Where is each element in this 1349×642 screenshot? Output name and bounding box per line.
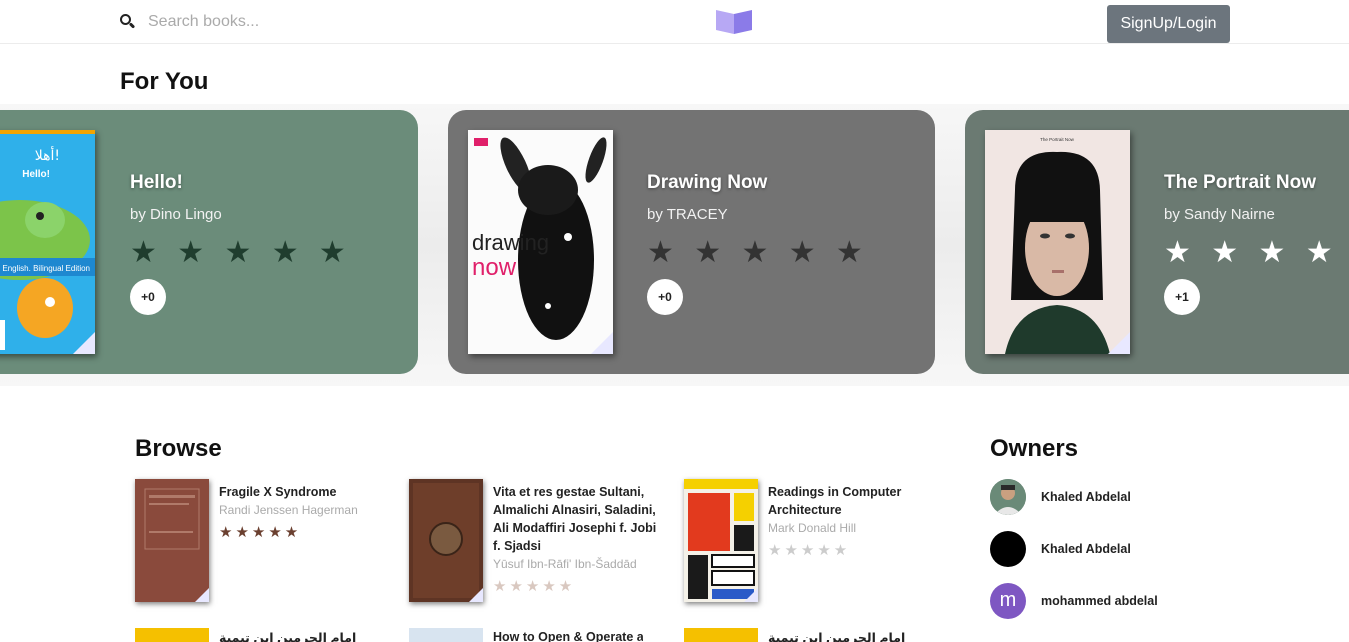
like-count-button[interactable]: +0: [130, 279, 166, 315]
browse-book-item[interactable]: Vita et res gestae Sultani, Almalichi Al…: [409, 479, 669, 609]
book-card-info: Drawing Now by TRACEY ★ ★ ★ ★ ★ +0: [647, 172, 869, 315]
svg-text:The Portrait Now: The Portrait Now: [1040, 137, 1075, 142]
avatar[interactable]: [990, 531, 1026, 567]
owners-heading: Owners: [990, 435, 1078, 463]
search-icon[interactable]: [120, 14, 136, 30]
book-cover-portrait-now[interactable]: The Portrait Now: [985, 130, 1130, 354]
top-navbar: SignUp/Login: [0, 0, 1349, 44]
signup-login-button[interactable]: SignUp/Login: [1107, 5, 1230, 43]
book-title[interactable]: Vita et res gestae Sultani, Almalichi Al…: [493, 483, 663, 555]
svg-text:English. Bilingual Edition: English. Bilingual Edition: [2, 264, 90, 273]
book-card-info: The Portrait Now by Sandy Nairne ★ ★ ★ ★…: [1164, 172, 1349, 315]
book-title[interactable]: امام الحرمين ابن تيمية: [768, 630, 918, 642]
browse-book-item[interactable]: Fragile X Syndrome Randi Jenssen Hagerma…: [135, 479, 395, 609]
svg-text:أهلا!: أهلا!: [35, 146, 60, 164]
book-cover-drawing-now[interactable]: drawing now: [468, 130, 613, 354]
browse-heading: Browse: [135, 435, 222, 463]
book-meta: Readings in Computer Architecture Mark D…: [768, 483, 938, 559]
like-count-button[interactable]: +0: [647, 279, 683, 315]
rating-stars[interactable]: ★★★★★: [768, 541, 938, 559]
book-cover-hello[interactable]: أهلا! Hello! English. Bilingual Edition …: [0, 130, 95, 354]
book-card-info: Hello! by Dino Lingo ★ ★ ★ ★ ★ +0: [130, 172, 352, 315]
book-title[interactable]: Hello!: [130, 172, 352, 194]
book-card-portrait-now[interactable]: The Portrait Now The Portrait Now by San…: [965, 110, 1349, 374]
rating-stars[interactable]: ★★★★★: [219, 523, 389, 541]
search-bar: [120, 8, 448, 36]
book-meta: Fragile X Syndrome Randi Jenssen Hagerma…: [219, 483, 389, 541]
rating-stars[interactable]: ★ ★ ★ ★ ★: [1164, 237, 1349, 269]
svg-text:drawing: drawing: [472, 230, 549, 255]
avatar[interactable]: m: [990, 583, 1026, 619]
browse-book-item[interactable]: Readings in Computer Architecture Mark D…: [684, 479, 944, 609]
book-author: by Dino Lingo: [130, 206, 352, 223]
book-title[interactable]: Drawing Now: [647, 172, 869, 194]
svg-text:now: now: [472, 254, 517, 281]
book-author: Yūsuf Ibn-Rāfi' Ibn-Šaddād: [493, 555, 663, 573]
search-input[interactable]: [148, 13, 448, 31]
book-logo-icon[interactable]: [716, 8, 752, 34]
rating-stars[interactable]: ★ ★ ★ ★ ★: [130, 237, 352, 269]
owner-item[interactable]: Khaled Abdelal: [990, 531, 1131, 567]
book-title[interactable]: Readings in Computer Architecture: [768, 483, 938, 519]
book-title[interactable]: The Portrait Now: [1164, 172, 1349, 194]
book-author: Randi Jenssen Hagerman: [219, 501, 389, 519]
rating-stars[interactable]: ★ ★ ★ ★ ★: [647, 237, 869, 269]
book-title[interactable]: How to Open & Operate a: [493, 630, 643, 642]
owner-item[interactable]: Khaled Abdelal: [990, 479, 1131, 515]
book-thumbnail[interactable]: [409, 479, 483, 602]
owner-name[interactable]: Khaled Abdelal: [1041, 490, 1131, 504]
book-meta: Vita et res gestae Sultani, Almalichi Al…: [493, 483, 663, 595]
owner-name[interactable]: mohammed abdelal: [1041, 594, 1158, 608]
owner-name[interactable]: Khaled Abdelal: [1041, 542, 1131, 556]
book-card-hello[interactable]: أهلا! Hello! English. Bilingual Edition …: [0, 110, 418, 374]
book-title[interactable]: امام الحرمين ابن تيمية: [219, 630, 369, 642]
rating-stars[interactable]: ★★★★★: [493, 577, 663, 595]
book-card-drawing-now[interactable]: drawing now Drawing Now by TRACEY ★ ★ ★ …: [448, 110, 935, 374]
svg-text:Hello!: Hello!: [22, 169, 50, 180]
book-author: Mark Donald Hill: [768, 519, 938, 537]
book-title[interactable]: Fragile X Syndrome: [219, 483, 389, 501]
avatar[interactable]: [990, 479, 1026, 515]
like-count-button[interactable]: +1: [1164, 279, 1200, 315]
for-you-heading: For You: [120, 68, 208, 96]
book-thumbnail[interactable]: [684, 479, 758, 602]
book-author: by TRACEY: [647, 206, 869, 223]
book-author: by Sandy Nairne: [1164, 206, 1349, 223]
book-thumbnail[interactable]: [135, 479, 209, 602]
owner-item[interactable]: m mohammed abdelal: [990, 583, 1158, 619]
